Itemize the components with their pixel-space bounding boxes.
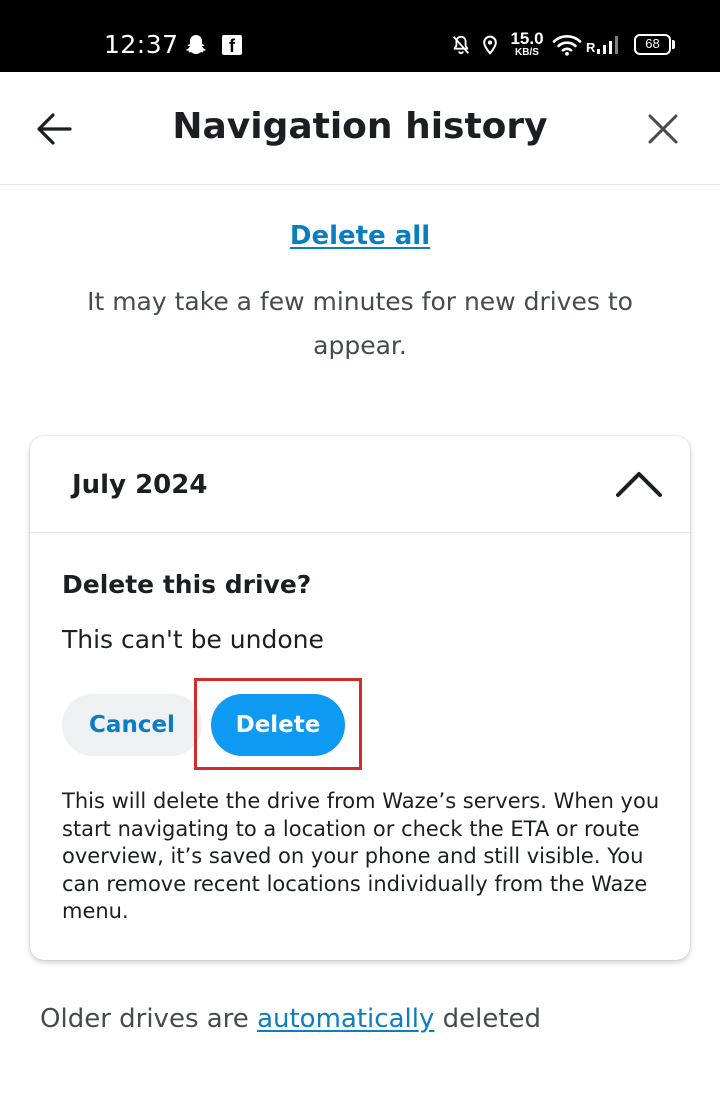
footer-suffix: deleted (434, 1004, 542, 1034)
confirm-title: Delete this drive? (62, 570, 312, 599)
month-label: July 2024 (72, 470, 208, 500)
roaming-indicator: R (586, 40, 596, 55)
network-speed-value: 15.0 (510, 29, 544, 48)
snapchat-ghost-icon (186, 35, 206, 54)
bell-muted-icon (452, 35, 470, 55)
month-card-header[interactable]: July 2024 (30, 436, 690, 533)
footer-prefix: Older drives are (40, 1004, 258, 1034)
automatically-link[interactable]: automatically (257, 1004, 434, 1034)
network-speed: 15.0 KB/S (509, 30, 545, 59)
battery-icon: 68 (634, 34, 676, 56)
location-pin-icon (483, 35, 497, 55)
delete-button[interactable]: Delete (211, 694, 345, 756)
delete-all-link[interactable]: Delete all (290, 221, 430, 251)
page-title: Navigation history (172, 106, 548, 147)
battery-level: 68 (645, 36, 660, 51)
delete-all-container: Delete all (0, 218, 720, 254)
footer-text: Older drives are automatically deleted (40, 1000, 541, 1038)
header: Navigation history (0, 72, 720, 185)
status-time: 12:37 (104, 30, 179, 59)
cancel-button[interactable]: Cancel (62, 694, 202, 756)
month-card: July 2024 Delete this drive? This can't … (30, 436, 690, 960)
signal-icon: R (586, 36, 618, 55)
network-speed-unit: KB/S (515, 47, 539, 58)
disclaimer-text: This will delete the drive from Waze’s s… (62, 789, 660, 923)
status-bar: 12:37 f 15.0 KB/S R 68 (0, 0, 720, 72)
info-text: It may take a few minutes for new drives… (87, 287, 633, 360)
chevron-up-icon[interactable] (614, 466, 664, 500)
wifi-icon (552, 35, 582, 56)
confirm-subtitle: This can't be undone (62, 625, 324, 654)
facebook-icon: f (222, 35, 242, 55)
close-icon[interactable] (642, 108, 684, 150)
